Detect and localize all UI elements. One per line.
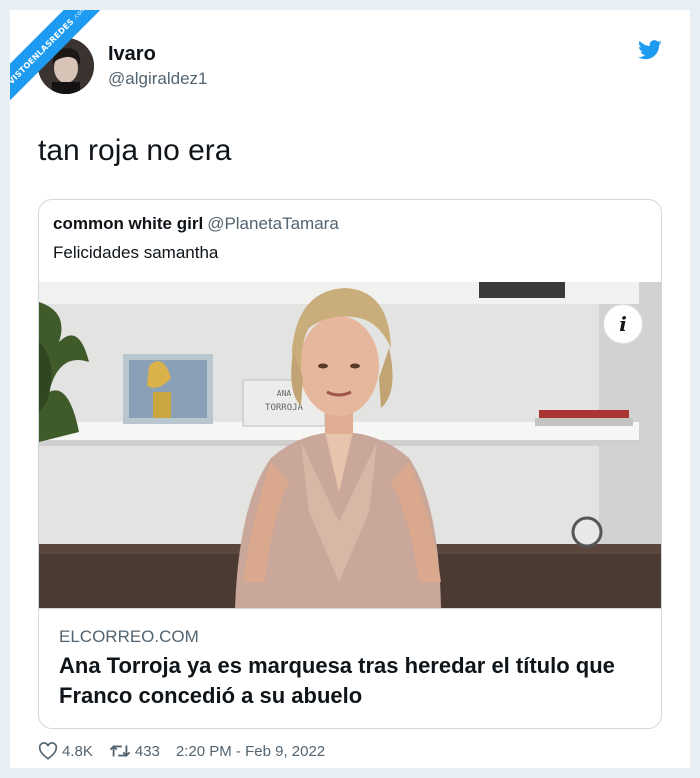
timestamp[interactable]: 2:20 PM - Feb 9, 2022 — [176, 743, 325, 760]
author-handle[interactable]: @algiraldez1 — [108, 69, 207, 89]
retweet-icon — [109, 745, 131, 757]
like-stat[interactable]: 4.8K — [38, 742, 93, 760]
watermark-ribbon: VISTOENLASREDES .com — [10, 10, 120, 120]
article-photo: ANA TORROJA — [39, 282, 661, 608]
link-card-image[interactable]: ANA TORROJA i — [39, 282, 661, 608]
link-card-headline[interactable]: Ana Torroja ya es marquesa tras heredar … — [59, 651, 649, 711]
quoted-text: Felicidades samantha — [53, 243, 219, 262]
info-icon[interactable]: i — [603, 304, 643, 344]
retweet-stat[interactable]: 433 — [109, 743, 160, 760]
quoted-display-name[interactable]: common white girl — [53, 214, 203, 233]
link-card-meta[interactable]: ELCORREO.COM Ana Torroja ya es marquesa … — [39, 608, 661, 728]
watermark-sub: .com — [71, 10, 88, 21]
tweet-card: VISTOENLASREDES .com Ivaro @algiraldez1 t… — [10, 10, 690, 768]
retweet-count: 433 — [134, 742, 160, 760]
heart-icon — [38, 742, 58, 760]
tweet-text: tan roja no era — [38, 134, 232, 167]
like-count: 4.8K — [62, 742, 93, 760]
twitter-bird-icon[interactable] — [638, 40, 662, 60]
quoted-handle[interactable]: @PlanetaTamara — [207, 214, 339, 233]
quoted-tweet[interactable]: common white girl @PlanetaTamara Felicida… — [38, 199, 662, 729]
author-display-name[interactable]: Ivaro — [108, 43, 207, 66]
watermark-text: VISTOENLASREDES — [10, 16, 76, 86]
svg-text:ANA: ANA — [277, 389, 292, 398]
link-card-domain: ELCORREO.COM — [59, 627, 199, 646]
svg-text:TORROJA: TORROJA — [265, 403, 304, 413]
tweet-footer: 4.8K 433 2:20 PM - Feb 9, 2022 — [38, 742, 341, 760]
